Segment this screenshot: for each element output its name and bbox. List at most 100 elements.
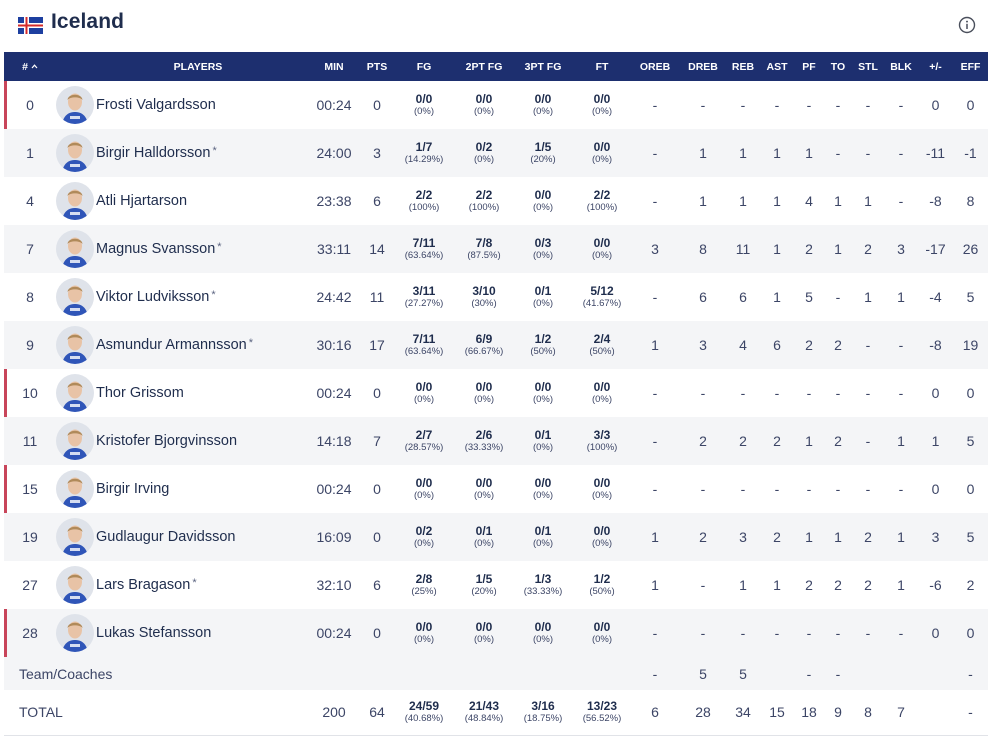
player-eff: 26 xyxy=(962,241,979,257)
table-row[interactable]: 27 Lars Bragason * 32:10 6 2/8 (25%) 1/5 (20%) 1/… xyxy=(4,561,988,609)
col-header-number[interactable]: # xyxy=(4,52,56,81)
player-dreb: - xyxy=(700,385,706,401)
player-name[interactable]: Lars Bragason * xyxy=(90,561,306,609)
player-pts: 0 xyxy=(373,97,381,113)
player-photo-cell xyxy=(56,513,94,561)
player-oreb: - xyxy=(652,433,658,449)
col-header-blk[interactable]: BLK xyxy=(884,52,918,81)
col-header-to[interactable]: TO xyxy=(824,52,852,81)
table-row[interactable]: 8 Viktor Ludviksson * 24:42 11 3/11 (27.27%) 3/… xyxy=(4,273,988,321)
player-name[interactable]: Lukas Stefansson xyxy=(90,609,306,657)
sort-asc-icon[interactable] xyxy=(31,63,38,69)
total-min: 200 xyxy=(322,704,346,721)
player-ft: 2/4 (50%) xyxy=(589,331,615,357)
col-header-3pt-fg[interactable]: 3PT FG xyxy=(512,52,574,81)
avatar xyxy=(56,182,94,220)
player-3pt-fg: 0/3 (0%) xyxy=(532,235,554,261)
player-name[interactable]: Asmundur Armannsson * xyxy=(90,321,306,369)
col-header-fg[interactable]: FG xyxy=(392,52,456,81)
col-header-pf[interactable]: PF xyxy=(794,52,824,81)
player-3pt-fg: 0/1 (0%) xyxy=(532,283,554,309)
player-ft: 0/0 (0%) xyxy=(591,139,613,165)
player-number: 19 xyxy=(22,529,38,545)
player-pf: 4 xyxy=(805,193,813,209)
player-oreb: - xyxy=(652,625,658,641)
table-row[interactable]: 7 Magnus Svansson * 33:11 14 7/11 (63.64%) 7/8(… xyxy=(4,225,988,273)
player-name[interactable]: Kristofer Bjorgvinsson xyxy=(90,417,306,465)
table-row[interactable]: 19 Gudlaugur Davidsson 16:09 0 0/2 (0%) 0/1 (0%… xyxy=(4,513,988,561)
player-ast: 2 xyxy=(773,529,781,545)
player-pts: 6 xyxy=(373,577,381,593)
player-3pt-fg: 0/1 (0%) xyxy=(532,427,554,453)
player-number: 28 xyxy=(4,609,56,657)
table-row[interactable]: 0 Frosti Valgardsson 00:24 0 0/0 (0%) 0/0 (0%) 0… xyxy=(4,81,988,129)
table-row[interactable]: 11 Kristofer Bjorgvinsson 14:18 7 2/7 (28.57%… xyxy=(4,417,988,465)
player-ast: - xyxy=(774,385,780,401)
col-header-ft[interactable]: FT xyxy=(574,52,630,81)
player-dreb: 3 xyxy=(699,337,707,353)
col-header-pts[interactable]: PTS xyxy=(362,52,392,81)
total-eff: - xyxy=(968,704,973,721)
info-icon[interactable] xyxy=(958,16,976,34)
dnp-marker xyxy=(4,369,7,417)
player-blk: - xyxy=(898,625,904,641)
player-number: 9 xyxy=(26,337,34,353)
player-name[interactable]: Gudlaugur Davidsson xyxy=(90,513,306,561)
player-eff: 0 xyxy=(966,625,975,641)
avatar xyxy=(56,230,94,268)
player-number: 10 xyxy=(4,369,56,417)
player-pf: 2 xyxy=(805,241,813,257)
table-row[interactable]: 1 Birgir Halldorsson * 24:00 3 1/7 (14.29%) 0/2… xyxy=(4,129,988,177)
player-name[interactable]: Birgir Irving xyxy=(90,465,306,513)
player-blk: 1 xyxy=(897,433,905,449)
player-ast: 6 xyxy=(773,337,781,353)
boxscore-table: # PLAYERS MIN PTS FG 2PT FG 3PT FG FT OR… xyxy=(4,52,988,736)
avatar xyxy=(56,614,94,652)
col-header-dreb[interactable]: DREB xyxy=(680,52,726,81)
player-3pt-fg: 1/3 (33.33%) xyxy=(523,571,563,597)
total-ast: 15 xyxy=(769,704,785,721)
player-reb: 2 xyxy=(739,433,747,449)
player-pf: 2 xyxy=(805,577,813,593)
col-header-min[interactable]: MIN xyxy=(306,52,362,81)
player-min: 23:38 xyxy=(316,193,352,209)
col-header-stl[interactable]: STL xyxy=(852,52,884,81)
player-to: - xyxy=(835,289,841,305)
player-name[interactable]: Birgir Halldorsson * xyxy=(90,129,306,177)
player-dreb: 2 xyxy=(699,529,707,545)
player-2pt-fg: 2/6 (33.33%) xyxy=(464,427,504,453)
team-title: Iceland xyxy=(51,10,125,33)
player-name[interactable]: Magnus Svansson * xyxy=(90,225,306,273)
col-header-plus-minus[interactable]: +/- xyxy=(918,52,953,81)
player-to: 1 xyxy=(834,529,842,545)
player-plus-minus: -11 xyxy=(925,145,946,161)
col-header-eff[interactable]: EFF xyxy=(953,52,988,81)
player-reb: 3 xyxy=(739,529,747,545)
table-row[interactable]: 9 Asmundur Armannsson * 30:16 17 7/11 (63.64%)… xyxy=(4,321,988,369)
player-fg: 0/2 (0%) xyxy=(413,523,435,549)
col-header-ast[interactable]: AST xyxy=(760,52,794,81)
player-stl: - xyxy=(865,97,871,113)
player-reb: 11 xyxy=(735,241,751,257)
col-header-reb[interactable]: REB xyxy=(726,52,760,81)
player-name[interactable]: Frosti Valgardsson xyxy=(90,81,306,129)
player-eff: 8 xyxy=(966,193,975,209)
player-blk: 1 xyxy=(897,577,905,593)
table-row[interactable]: 10 Thor Grissom 00:24 0 0/0 (0%) 0/0 (0%) 0/0 (0%… xyxy=(4,369,988,417)
col-header-players[interactable]: PLAYERS xyxy=(90,52,306,81)
avatar xyxy=(56,566,94,604)
player-stl: - xyxy=(865,625,871,641)
player-name[interactable]: Thor Grissom xyxy=(90,369,306,417)
table-row[interactable]: 28 Lukas Stefansson 00:24 0 0/0 (0%) 0/0 (0%) 0/… xyxy=(4,609,988,657)
player-name[interactable]: Viktor Ludviksson * xyxy=(90,273,306,321)
player-name[interactable]: Atli Hjartarson xyxy=(90,177,306,225)
total-fg: 24/59 (40.68%) xyxy=(404,698,444,724)
table-row[interactable]: 15 Birgir Irving 00:24 0 0/0 (0%) 0/0 (0%) 0/0 (0… xyxy=(4,465,988,513)
avatar xyxy=(56,134,94,172)
col-header-oreb[interactable]: OREB xyxy=(630,52,680,81)
total-pf: 18 xyxy=(801,704,817,721)
player-photo-cell xyxy=(56,129,94,177)
player-oreb: 3 xyxy=(651,241,659,257)
table-row[interactable]: 4 Atli Hjartarson 23:38 6 2/2 (100%) 2/2 (100%)… xyxy=(4,177,988,225)
col-header-2pt-fg[interactable]: 2PT FG xyxy=(456,52,512,81)
